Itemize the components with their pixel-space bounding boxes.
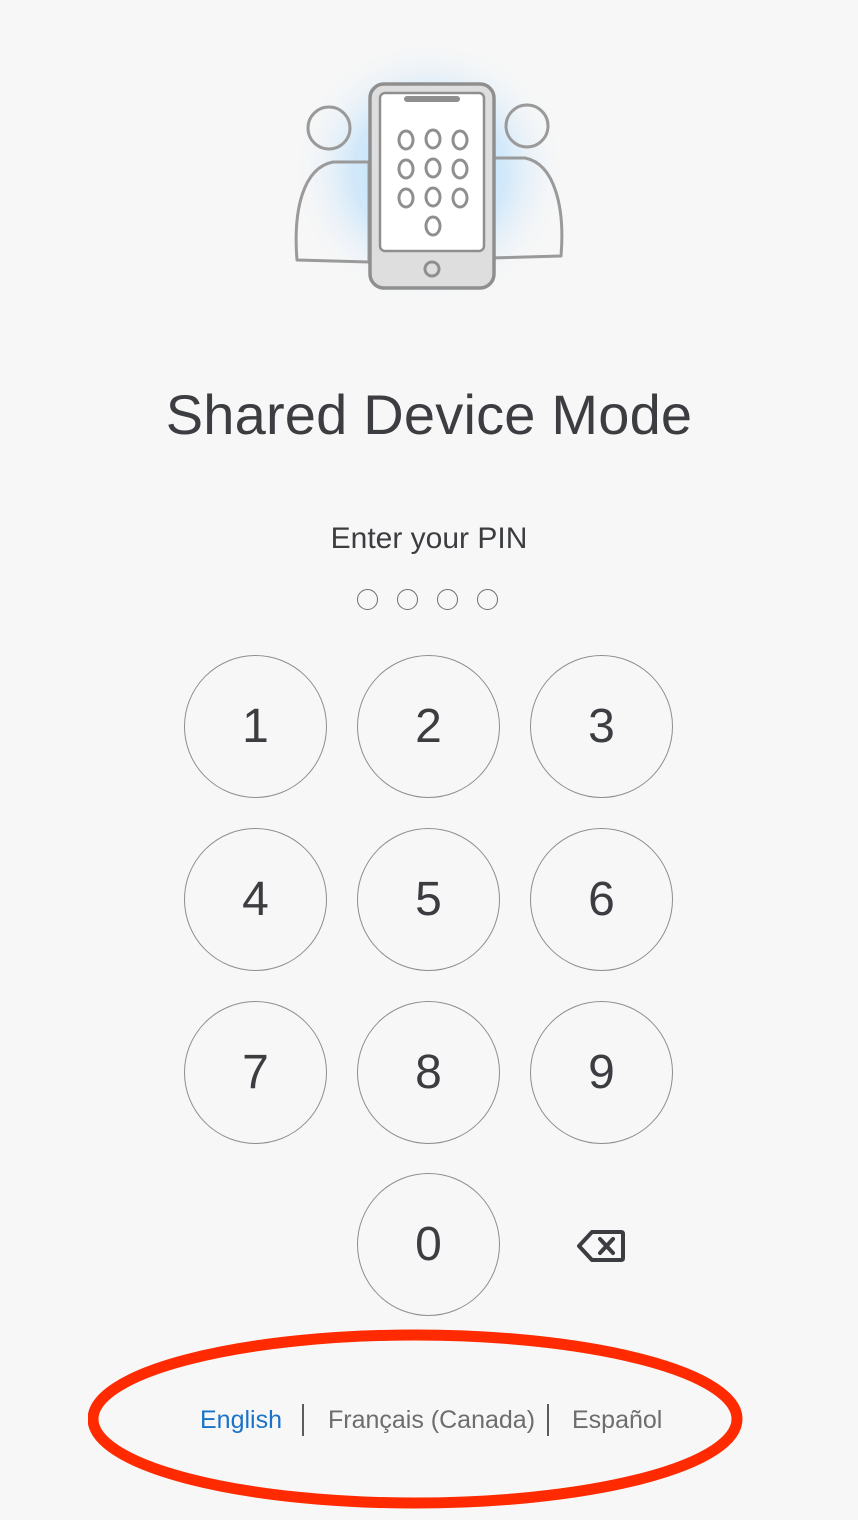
key-5-button[interactable]: 5 bbox=[357, 828, 500, 971]
page-title: Shared Device Mode bbox=[165, 383, 693, 446]
pin-dot bbox=[357, 589, 378, 610]
key-7-button[interactable]: 7 bbox=[184, 1001, 327, 1144]
language-divider bbox=[547, 1404, 549, 1436]
key-6-button[interactable]: 6 bbox=[530, 828, 673, 971]
backspace-icon bbox=[577, 1230, 625, 1262]
backspace-button[interactable] bbox=[561, 1211, 641, 1281]
language-selector: English Français (Canada) Español bbox=[0, 1400, 858, 1444]
key-2-button[interactable]: 2 bbox=[357, 655, 500, 798]
key-4-button[interactable]: 4 bbox=[184, 828, 327, 971]
language-french-canada-link[interactable]: Français (Canada) bbox=[328, 1406, 535, 1435]
pin-prompt: Enter your PIN bbox=[330, 522, 528, 555]
pin-dot bbox=[437, 589, 458, 610]
key-8-button[interactable]: 8 bbox=[357, 1001, 500, 1144]
key-9-button[interactable]: 9 bbox=[530, 1001, 673, 1144]
key-3-button[interactable]: 3 bbox=[530, 655, 673, 798]
pin-dot bbox=[477, 589, 498, 610]
key-0-button[interactable]: 0 bbox=[357, 1173, 500, 1316]
pin-dot bbox=[397, 589, 418, 610]
key-1-button[interactable]: 1 bbox=[184, 655, 327, 798]
language-english-link[interactable]: English bbox=[200, 1406, 282, 1435]
shared-device-illustration bbox=[289, 43, 569, 320]
language-spanish-link[interactable]: Español bbox=[572, 1406, 662, 1435]
language-divider bbox=[302, 1404, 304, 1436]
phone-with-people-icon bbox=[289, 43, 569, 313]
pin-indicator bbox=[357, 589, 502, 613]
